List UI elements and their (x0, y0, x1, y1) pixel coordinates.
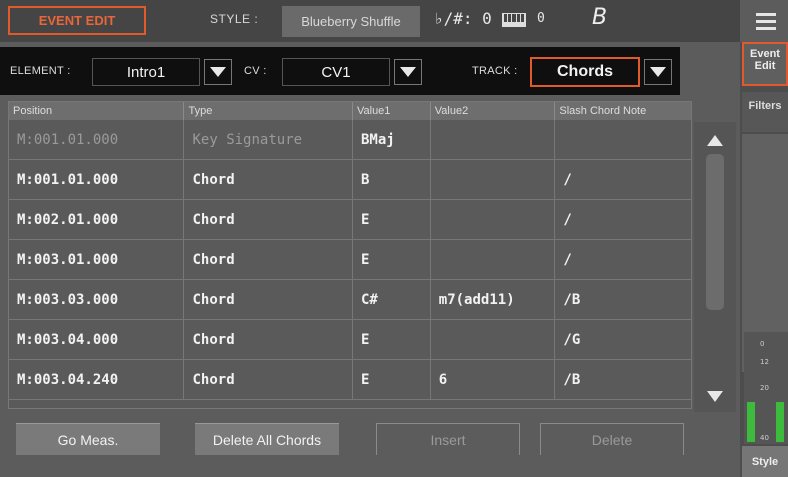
cell-slash-chord-note (555, 120, 691, 159)
table-row[interactable]: M:003.04.240 Chord E 6 /B (9, 360, 691, 400)
cell-value2 (431, 120, 556, 159)
cell-type: Key Signature (184, 120, 353, 159)
cell-value1: E (353, 200, 431, 239)
element-label: ELEMENT : (10, 65, 71, 77)
column-header-type: Type (184, 102, 353, 120)
tab-style[interactable]: Style (742, 446, 788, 477)
current-chord-display: B (592, 5, 608, 30)
cell-type: Chord (184, 200, 353, 239)
cell-slash-chord-note: / (563, 211, 572, 228)
tab-event-edit[interactable]: Event Edit (742, 42, 788, 86)
menu-icon[interactable] (750, 6, 782, 36)
meter-scale-label: 20 (760, 384, 769, 392)
cv-dropdown-button[interactable] (394, 59, 422, 85)
cell-type: Chord (184, 360, 353, 399)
column-header-value1: Value1 (353, 102, 431, 120)
cell-position: M:003.04.240 (9, 360, 185, 399)
cell-type: Chord (184, 280, 353, 319)
cell-value2 (431, 200, 556, 239)
cell-slash-chord-note: /B (563, 371, 581, 388)
dropdown-arrow-icon (400, 67, 416, 77)
key-signature-readout: ♭/#: 0 (434, 9, 492, 28)
cell-value2 (431, 160, 556, 199)
track-label: TRACK : (472, 65, 518, 77)
cell-value1: E (353, 240, 431, 279)
style-name-field[interactable]: Blueberry Shuffle (282, 6, 420, 37)
cell-value2 (431, 320, 556, 359)
meter-scale: 0 12 20 40 (760, 332, 774, 444)
delete-button[interactable]: Delete (540, 423, 684, 455)
cell-value1: E (353, 360, 431, 399)
dropdown-arrow-icon (210, 67, 226, 77)
go-meas-button[interactable]: Go Meas. (16, 423, 160, 455)
table-row[interactable]: M:001.01.000 Key Signature BMaj (9, 120, 691, 160)
cell-value2 (431, 240, 556, 279)
column-header-slash-chord-note: Slash Chord Note (559, 105, 647, 117)
delete-all-chords-button[interactable]: Delete All Chords (195, 423, 339, 455)
mode-title: EVENT EDIT (8, 6, 146, 35)
top-bar: EVENT EDIT STYLE : Blueberry Shuffle ♭/#… (0, 0, 740, 42)
cell-value1: BMaj (353, 120, 431, 159)
table-row[interactable]: M:003.03.000 Chord C# m7(add11) /B (9, 280, 691, 320)
cell-type: Chord (184, 240, 353, 279)
cell-position: M:001.01.000 (9, 160, 185, 199)
event-table: Position Type Value1 Value2 Slash Chord … (8, 101, 692, 409)
meter-bar-left (747, 402, 755, 442)
filter-bar: ELEMENT : Intro1 CV : CV1 TRACK : Chords (0, 47, 680, 95)
table-row[interactable]: M:003.04.000 Chord E /G (9, 320, 691, 360)
table-row[interactable]: M:001.01.000 Chord B / (9, 160, 691, 200)
scroll-up-button[interactable] (700, 128, 730, 152)
scroll-up-icon (707, 134, 723, 146)
element-dropdown-button[interactable] (204, 59, 232, 85)
track-dropdown-button[interactable] (644, 59, 672, 85)
column-header-value2: Value2 (431, 102, 556, 120)
keyboard-icon (502, 13, 526, 27)
cell-value2: m7(add11) (431, 280, 556, 319)
cell-position: M:003.01.000 (9, 240, 185, 279)
table-header: Position Type Value1 Value2 Slash Chord … (9, 102, 691, 120)
cell-slash-chord-note: / (563, 171, 572, 188)
cv-field[interactable]: CV1 (282, 58, 390, 86)
element-field[interactable]: Intro1 (92, 58, 200, 86)
scroll-thumb[interactable] (706, 154, 724, 310)
cell-slash-chord-note: /G (563, 331, 581, 348)
table-row[interactable]: M:002.01.000 Chord E / (9, 200, 691, 240)
cell-slash-chord-note: /B (563, 291, 581, 308)
cell-value2: 6 (431, 360, 556, 399)
cell-value1: E (353, 320, 431, 359)
scroll-down-icon (707, 390, 723, 402)
table-scrollbar[interactable] (694, 122, 736, 412)
cell-type: Chord (184, 160, 353, 199)
meter-scale-label: 12 (760, 358, 769, 366)
cell-position: M:003.04.000 (9, 320, 185, 359)
cell-type: Chord (184, 320, 353, 359)
cv-label: CV : (244, 65, 267, 77)
cell-position: M:001.01.000 (9, 120, 185, 159)
cell-slash-chord-note: / (563, 251, 572, 268)
table-row[interactable]: M:003.01.000 Chord E / (9, 240, 691, 280)
cell-value1: B (353, 160, 431, 199)
cell-position: M:002.01.000 (9, 200, 185, 239)
dropdown-arrow-icon (650, 67, 666, 77)
meter-scale-label: 0 (760, 340, 765, 348)
column-header-position: Position (9, 102, 185, 120)
insert-button[interactable]: Insert (376, 423, 520, 455)
track-field[interactable]: Chords (530, 57, 640, 87)
transpose-readout: 0 (537, 11, 545, 26)
tab-filters[interactable]: Filters (742, 92, 788, 132)
meter-bar-right (776, 402, 784, 442)
style-label: STYLE : (210, 12, 259, 26)
scroll-down-button[interactable] (700, 384, 730, 408)
cell-position: M:003.03.000 (9, 280, 185, 319)
meter-scale-label: 40 (760, 434, 769, 442)
level-meter: 0 12 20 40 (744, 332, 788, 444)
cell-value1: C# (353, 280, 431, 319)
